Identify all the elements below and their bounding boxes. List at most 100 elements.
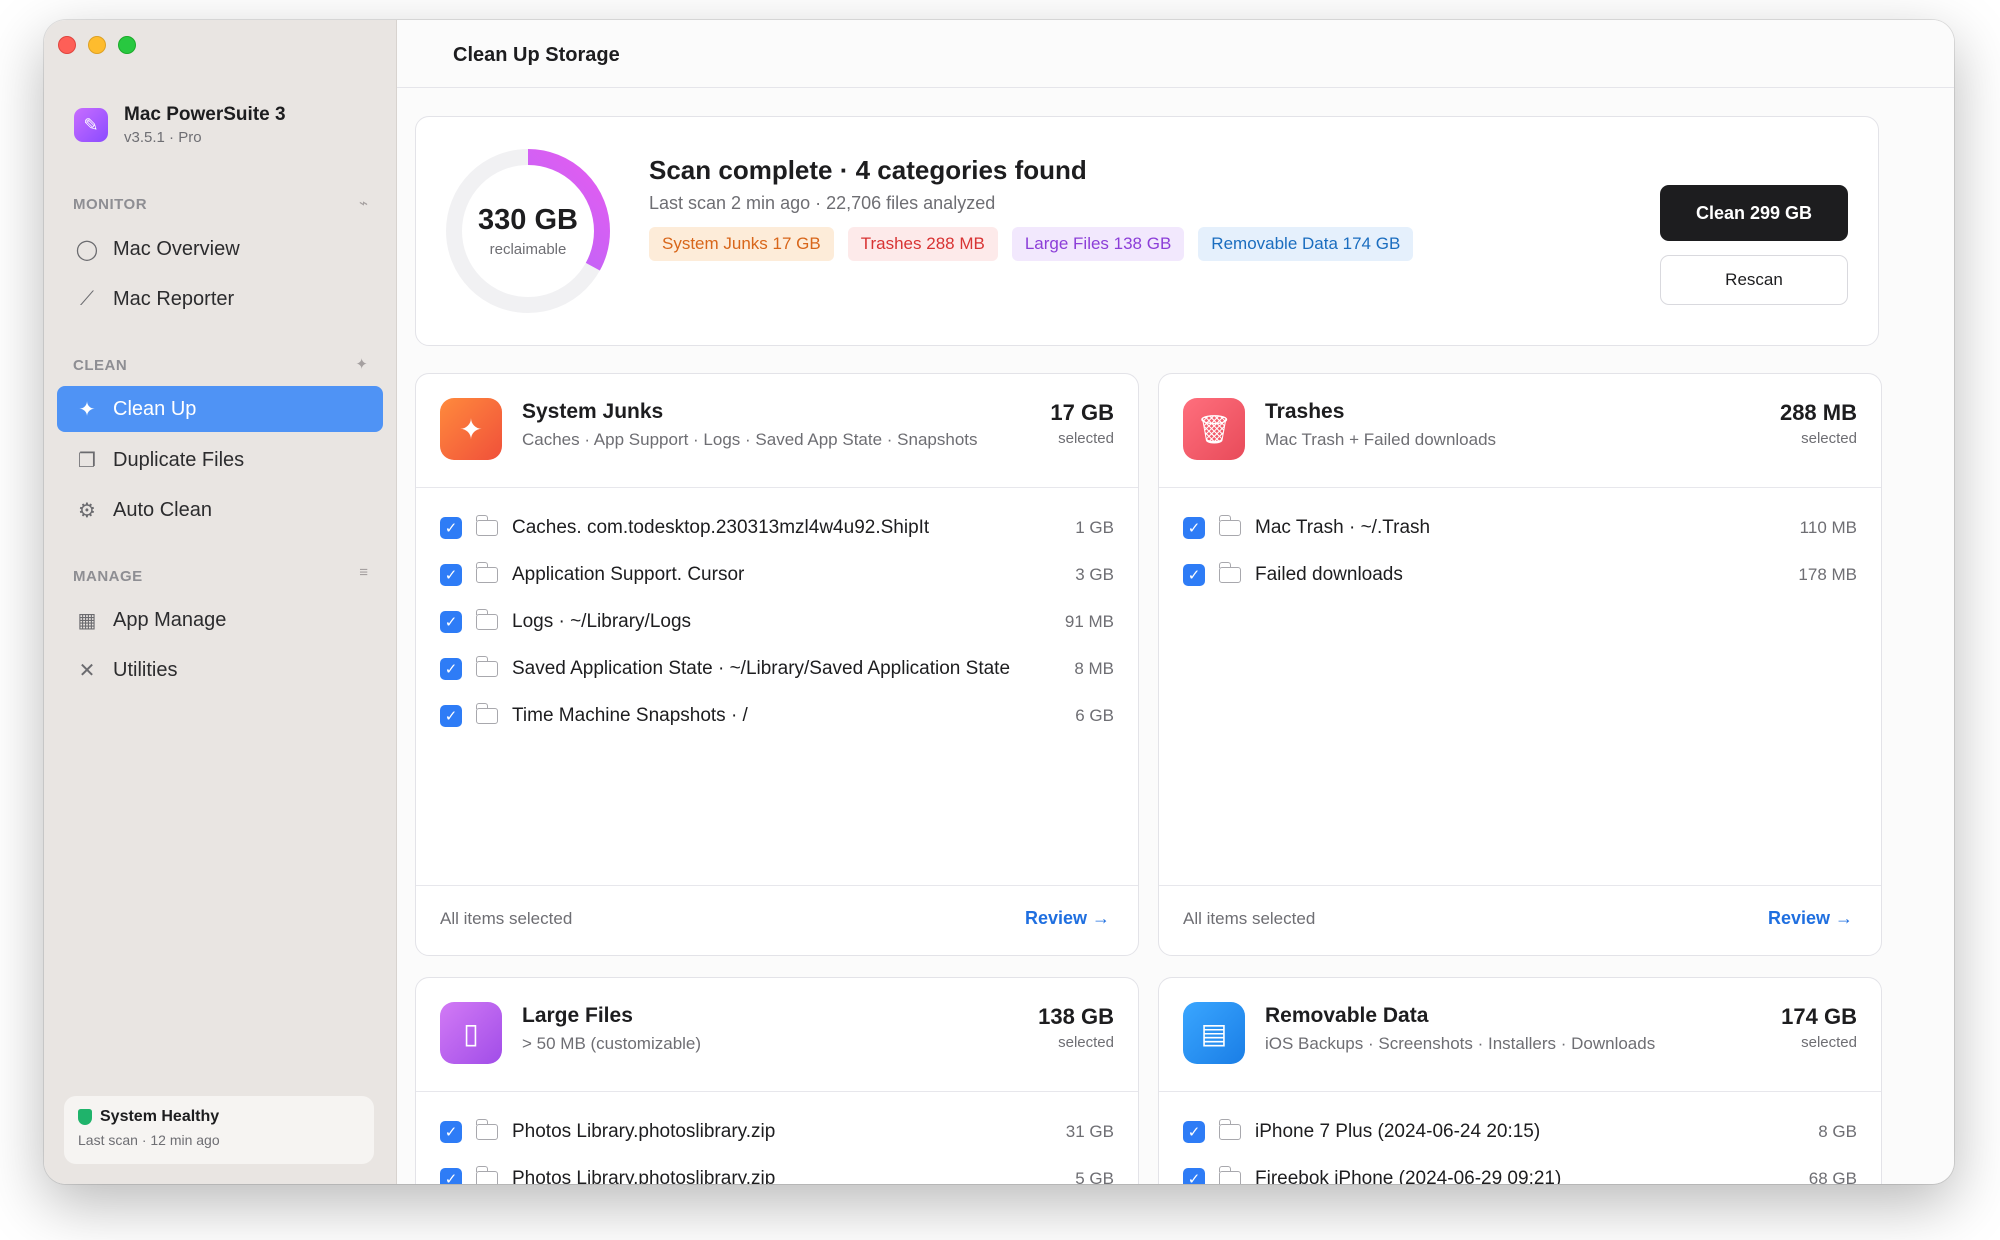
category-header: 🗑 Trashes Mac Trash + Failed downloads 2…	[1159, 374, 1881, 488]
app-version: v3.5.1 · Pro	[124, 129, 202, 146]
documents-icon: ❐	[78, 449, 96, 472]
category-rows: ✓ Mac Trash · ~/.Trash 110 MB ✓ Failed d…	[1159, 504, 1881, 598]
list-item[interactable]: ✓ Mac Trash · ~/.Trash 110 MB	[1159, 504, 1881, 551]
checkbox-checked[interactable]: ✓	[440, 1167, 462, 1184]
checkbox-checked[interactable]: ✓	[440, 610, 462, 633]
circle-icon: ◯	[75, 238, 99, 261]
category-header: ▯ Large Files > 50 MB (customizable) 138…	[416, 978, 1138, 1092]
main-content: Clean Up Storage 330 GB reclaimable Scan…	[397, 20, 1954, 1184]
wrench-icon: ✎	[74, 108, 108, 142]
item-name: Caches. com.todesktop.230313mzl4w4u92.Sh…	[512, 516, 930, 538]
health-title-row: System Healthy	[78, 1108, 360, 1126]
chip-large-files[interactable]: Large Files 138 GB	[1011, 227, 1185, 261]
app-window: ✎ Mac PowerSuite 3 v3.5.1 · Pro MONITOR …	[44, 20, 1954, 1184]
checkbox-checked[interactable]: ✓	[440, 516, 462, 539]
minimize-window-button[interactable]	[88, 36, 106, 54]
sidebar-item-label: Utilities	[113, 658, 178, 681]
chip-removable-data[interactable]: Removable Data 174 GB	[1198, 227, 1414, 261]
checkbox-checked[interactable]: ✓	[1183, 1120, 1205, 1143]
clean-button[interactable]: Clean 299 GB	[1660, 185, 1848, 241]
sidebar-item-auto-clean[interactable]: ⚙ Auto Clean	[57, 487, 383, 533]
reclaimable-label: reclaimable	[489, 241, 567, 258]
folder-icon	[476, 514, 498, 536]
item-name: Mac Trash · ~/.Trash	[1255, 516, 1431, 538]
close-window-button[interactable]	[58, 36, 76, 54]
selection-status: All items selected	[1183, 909, 1316, 928]
trash-icon: 🗑	[1183, 398, 1245, 460]
review-link[interactable]: Review →	[1768, 908, 1853, 929]
checkbox-checked[interactable]: ✓	[1183, 563, 1205, 586]
category-card-system-junks: ✦ System Junks Caches · App Support · Lo…	[415, 373, 1139, 956]
scan-summary-card: 330 GB reclaimable Scan complete · 4 cat…	[415, 116, 1879, 346]
checkbox-checked[interactable]: ✓	[440, 1120, 462, 1143]
list-item[interactable]: ✓ Saved Application State · ~/Library/Sa…	[416, 645, 1138, 692]
section-label-monitor: MONITOR	[73, 196, 148, 213]
category-card-trashes: 🗑 Trashes Mac Trash + Failed downloads 2…	[1158, 373, 1882, 956]
chip-system-junks[interactable]: System Junks 17 GB	[649, 227, 834, 261]
review-link[interactable]: Review →	[1025, 908, 1110, 929]
item-name: Time Machine Snapshots · /	[512, 704, 748, 726]
checkbox-checked[interactable]: ✓	[440, 563, 462, 586]
category-selected-label: selected	[1058, 1034, 1114, 1051]
app-brand: ✎ Mac PowerSuite 3 v3.5.1 · Pro	[74, 104, 286, 146]
category-rows: ✓ iPhone 7 Plus (2024-06-24 20:15) 8 GB …	[1159, 1108, 1881, 1184]
sidebar-item-duplicate-files[interactable]: ❐ Duplicate Files	[57, 437, 383, 483]
pulse-icon: ⌁	[358, 195, 368, 212]
sidebar-item-label: Mac Overview	[113, 237, 240, 260]
category-selected-label: selected	[1058, 430, 1114, 447]
selection-status: All items selected	[440, 909, 573, 928]
list-item[interactable]: ✓ iPhone 7 Plus (2024-06-24 20:15) 8 GB	[1159, 1108, 1881, 1155]
category-subtitle: Caches · App Support · Logs · Saved App …	[522, 430, 978, 449]
category-footer: All items selected Review →	[416, 885, 1138, 955]
health-title: System Healthy	[100, 1108, 220, 1125]
list-item[interactable]: ✓ Caches. com.todesktop.230313mzl4w4u92.…	[416, 504, 1138, 551]
list-item[interactable]: ✓ Photos Library.photoslibrary.zip 5 GB	[416, 1155, 1138, 1184]
category-header: ▤ Removable Data iOS Backups · Screensho…	[1159, 978, 1881, 1092]
category-selected-label: selected	[1801, 430, 1857, 447]
item-name: Logs · ~/Library/Logs	[512, 610, 692, 632]
sidebar-item-label: Mac Reporter	[113, 287, 235, 310]
list-item[interactable]: ✓ Time Machine Snapshots · / 6 GB	[416, 692, 1138, 739]
category-selected-label: selected	[1801, 1034, 1857, 1051]
category-title: Large Files	[522, 1004, 633, 1027]
item-size: 8 GB	[1818, 1121, 1857, 1141]
chip-trashes[interactable]: Trashes 288 MB	[847, 227, 998, 261]
category-card-large-files: ▯ Large Files > 50 MB (customizable) 138…	[415, 977, 1139, 1184]
ring-center: 330 GB reclaimable	[444, 147, 612, 315]
checkbox-checked[interactable]: ✓	[440, 704, 462, 727]
list-item[interactable]: ✓ Application Support. Cursor 3 GB	[416, 551, 1138, 598]
toolbar: Clean Up Storage	[397, 20, 1954, 88]
item-size: 5 GB	[1075, 1168, 1114, 1185]
menu-lines-icon: ≡	[359, 564, 368, 581]
zoom-window-button[interactable]	[118, 36, 136, 54]
checkbox-checked[interactable]: ✓	[1183, 516, 1205, 539]
category-footer: All items selected Review →	[1159, 885, 1881, 955]
category-subtitle: iOS Backups · Screenshots · Installers ·…	[1265, 1034, 1656, 1053]
sparkle-icon: ✦	[440, 398, 502, 460]
sidebar-item-mac-overview[interactable]: ◯ Mac Overview	[57, 226, 383, 272]
item-name: Photos Library.photoslibrary.zip	[512, 1120, 776, 1142]
sidebar-item-clean-up[interactable]: ✦ Clean Up	[57, 386, 383, 432]
list-item[interactable]: ✓ Failed downloads 178 MB	[1159, 551, 1881, 598]
system-health-card[interactable]: System Healthy Last scan · 12 min ago	[64, 1096, 374, 1164]
sidebar-item-app-manage[interactable]: ▦ App Manage	[57, 597, 383, 643]
sidebar-item-mac-reporter[interactable]: ⟋ Mac Reporter	[57, 276, 383, 322]
category-size: 174 GB	[1781, 1004, 1857, 1029]
category-size: 288 MB	[1779, 400, 1857, 425]
checkbox-checked[interactable]: ✓	[1183, 1167, 1205, 1184]
list-item[interactable]: ✓ Fireebok iPhone (2024-06-29 09:21) 68 …	[1159, 1155, 1881, 1184]
sparkle-icon: ✦	[78, 398, 96, 421]
item-size: 3 GB	[1075, 564, 1114, 584]
sidebar-item-label: Auto Clean	[113, 498, 212, 521]
list-item[interactable]: ✓ Logs · ~/Library/Logs 91 MB	[416, 598, 1138, 645]
checkbox-checked[interactable]: ✓	[440, 657, 462, 680]
section-label-clean: CLEAN	[73, 357, 128, 374]
item-size: 68 GB	[1808, 1168, 1857, 1185]
sidebar-item-utilities[interactable]: ✕ Utilities	[57, 647, 383, 693]
list-item[interactable]: ✓ Photos Library.photoslibrary.zip 31 GB	[416, 1108, 1138, 1155]
item-name: Fireebok iPhone (2024-06-29 09:21)	[1255, 1167, 1562, 1185]
grid-icon: ▦	[77, 609, 97, 632]
item-size: 6 GB	[1075, 705, 1114, 725]
rescan-button[interactable]: Rescan	[1660, 255, 1848, 305]
sidebar-item-label: Clean Up	[113, 397, 197, 420]
